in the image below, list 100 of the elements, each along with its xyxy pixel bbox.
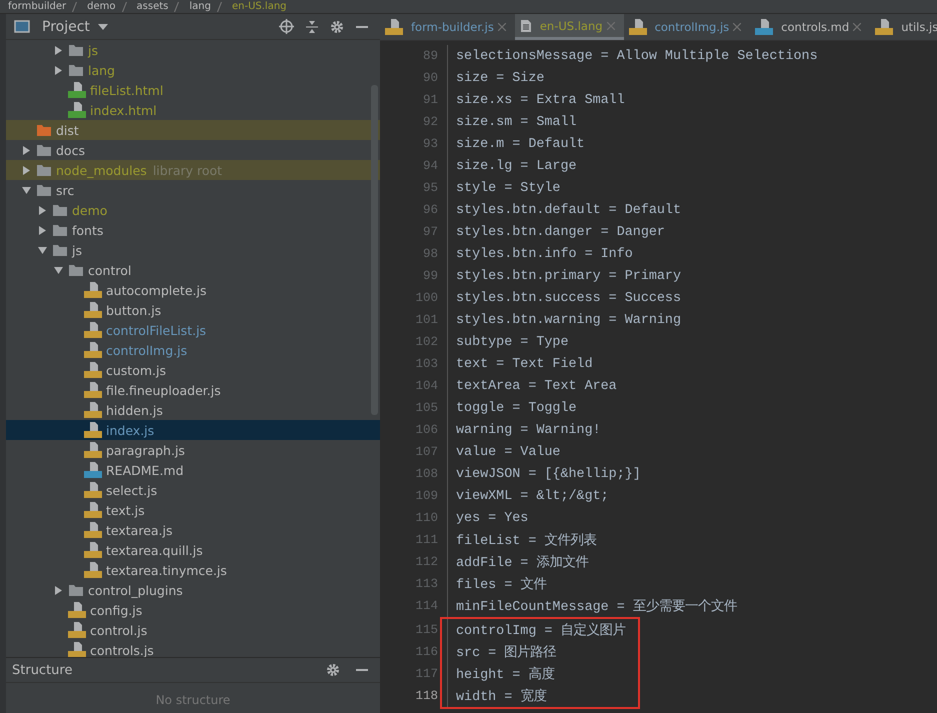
tree-item[interactable]: custom.js — [6, 360, 380, 380]
breadcrumb-item[interactable]: demo — [87, 0, 116, 12]
code-line: selectionsMessage = Allow Multiple Selections — [455, 48, 818, 64]
expand-arrow-icon[interactable] — [38, 226, 46, 234]
code-line: width = 宽度 — [455, 688, 546, 705]
panel-title[interactable]: Project — [42, 18, 90, 34]
scrollbar-thumb[interactable] — [371, 85, 378, 415]
tree-item[interactable]: hidden.js — [6, 400, 380, 420]
collapse-arrow-icon[interactable] — [22, 186, 30, 194]
separator-icon — [216, 2, 222, 12]
tree-item[interactable]: README.md — [6, 460, 380, 480]
tree-item[interactable]: index.js — [6, 420, 380, 440]
collapse-arrow-icon[interactable] — [38, 246, 46, 254]
tree-item[interactable]: demo — [6, 200, 380, 220]
code-line: size.lg = Large — [455, 158, 577, 174]
line-number: 113 — [380, 573, 448, 595]
empty-message: No structure — [154, 693, 232, 707]
code-line: styles.btn.danger = Danger — [455, 224, 665, 240]
tree-item[interactable]: lang — [6, 60, 380, 80]
tree-item[interactable]: controlFileList.js — [6, 320, 380, 340]
js-file-icon — [84, 362, 102, 378]
tree-item[interactable]: file.fineuploader.js — [6, 380, 380, 400]
code-line: warning = Warning! — [455, 422, 601, 438]
line-number: 118 — [380, 685, 448, 707]
tree-item[interactable]: control_plugins — [6, 580, 380, 600]
code-line: styles.btn.primary = Primary — [455, 268, 681, 284]
expand-arrow-icon[interactable] — [54, 66, 62, 74]
folder-icon — [36, 183, 52, 197]
settings-icon[interactable] — [326, 663, 340, 677]
code-line: height = 高度 — [455, 666, 554, 683]
collapse-all-icon[interactable] — [306, 20, 318, 34]
code-line: fileList = 文件列表 — [455, 532, 596, 549]
line-number: 93 — [380, 133, 448, 155]
js-file-icon — [84, 542, 102, 558]
tree-item[interactable]: paragraph.js — [6, 440, 380, 460]
collapse-arrow-icon[interactable] — [54, 266, 62, 274]
code-line: styles.btn.info = Info — [455, 246, 633, 262]
line-number: 90 — [380, 67, 448, 89]
expand-arrow-icon[interactable] — [22, 166, 30, 174]
code-line: size.m = Default — [455, 136, 585, 152]
folder-icon — [36, 143, 52, 157]
line-number: 99 — [380, 265, 448, 287]
line-number: 108 — [380, 463, 448, 485]
tree-item[interactable]: index.html — [6, 100, 380, 120]
tree-item[interactable]: js — [6, 240, 380, 260]
line-number: 95 — [380, 177, 448, 199]
expand-arrow-icon[interactable] — [38, 206, 46, 214]
tree-item[interactable]: config.js — [6, 600, 380, 620]
line-number: 115 — [380, 619, 448, 641]
code-line: size.xs = Extra Small — [455, 92, 625, 108]
settings-icon[interactable] — [330, 20, 344, 34]
js-file-icon — [84, 322, 102, 338]
code-line: src = 图片路径 — [455, 644, 556, 661]
line-number: 112 — [380, 551, 448, 573]
separator-icon — [122, 2, 127, 12]
dropdown-caret-icon[interactable] — [98, 24, 108, 30]
tree-item[interactable]: select.js — [6, 480, 380, 500]
code-line: addFile = 添加文件 — [455, 554, 588, 571]
breadcrumb-item[interactable]: en-US.lang — [232, 0, 287, 12]
line-number: 109 — [380, 485, 448, 507]
tree-item[interactable]: controlImg.js — [6, 340, 380, 360]
tree-item[interactable]: fonts — [6, 220, 380, 240]
js-file-icon — [84, 442, 102, 458]
tree-item[interactable]: textarea.tinymce.js — [6, 560, 380, 580]
line-number: 104 — [380, 375, 448, 397]
tree-item[interactable]: button.js — [6, 300, 380, 320]
breadcrumb-item[interactable]: formbuilder — [8, 0, 66, 12]
code-line: value = Value — [455, 444, 560, 460]
line-number: 111 — [380, 529, 448, 551]
line-number: 117 — [380, 663, 448, 685]
breadcrumb-item[interactable]: assets — [136, 0, 168, 12]
tree-item[interactable]: src — [6, 180, 380, 200]
line-number: 114 — [380, 595, 448, 617]
js-file-icon — [68, 622, 86, 638]
tree-item[interactable]: textarea.quill.js — [6, 540, 380, 560]
tree-item[interactable]: fileList.html — [6, 80, 380, 100]
folder-icon — [68, 263, 84, 277]
line-number: 102 — [380, 331, 448, 353]
js-file-icon — [84, 282, 102, 298]
tree-item[interactable]: control.js — [6, 620, 380, 640]
tree-item[interactable]: dist — [6, 120, 380, 140]
locate-icon[interactable] — [279, 19, 294, 34]
line-number: 105 — [380, 397, 448, 419]
tree-item[interactable]: autocomplete.js — [6, 280, 380, 300]
code-line: size.sm = Small — [455, 114, 577, 130]
breadcrumb-item[interactable]: lang — [189, 0, 211, 12]
tree-item[interactable]: control — [6, 260, 380, 280]
tree-item[interactable]: controls.js — [6, 640, 380, 657]
js-file-icon — [84, 342, 102, 358]
tree-item[interactable]: textarea.js — [6, 520, 380, 540]
expand-arrow-icon[interactable] — [54, 46, 62, 54]
js-file-icon — [385, 19, 403, 35]
tree-item[interactable]: js — [6, 40, 380, 60]
expand-arrow-icon[interactable] — [54, 586, 62, 594]
expand-arrow-icon[interactable] — [22, 146, 30, 154]
code-line: styles.btn.success = Success — [455, 290, 681, 306]
js-file-icon — [68, 642, 86, 657]
tree-item[interactable]: docs — [6, 140, 380, 160]
separator-icon — [72, 2, 78, 12]
tree-item[interactable]: text.js — [6, 500, 380, 520]
